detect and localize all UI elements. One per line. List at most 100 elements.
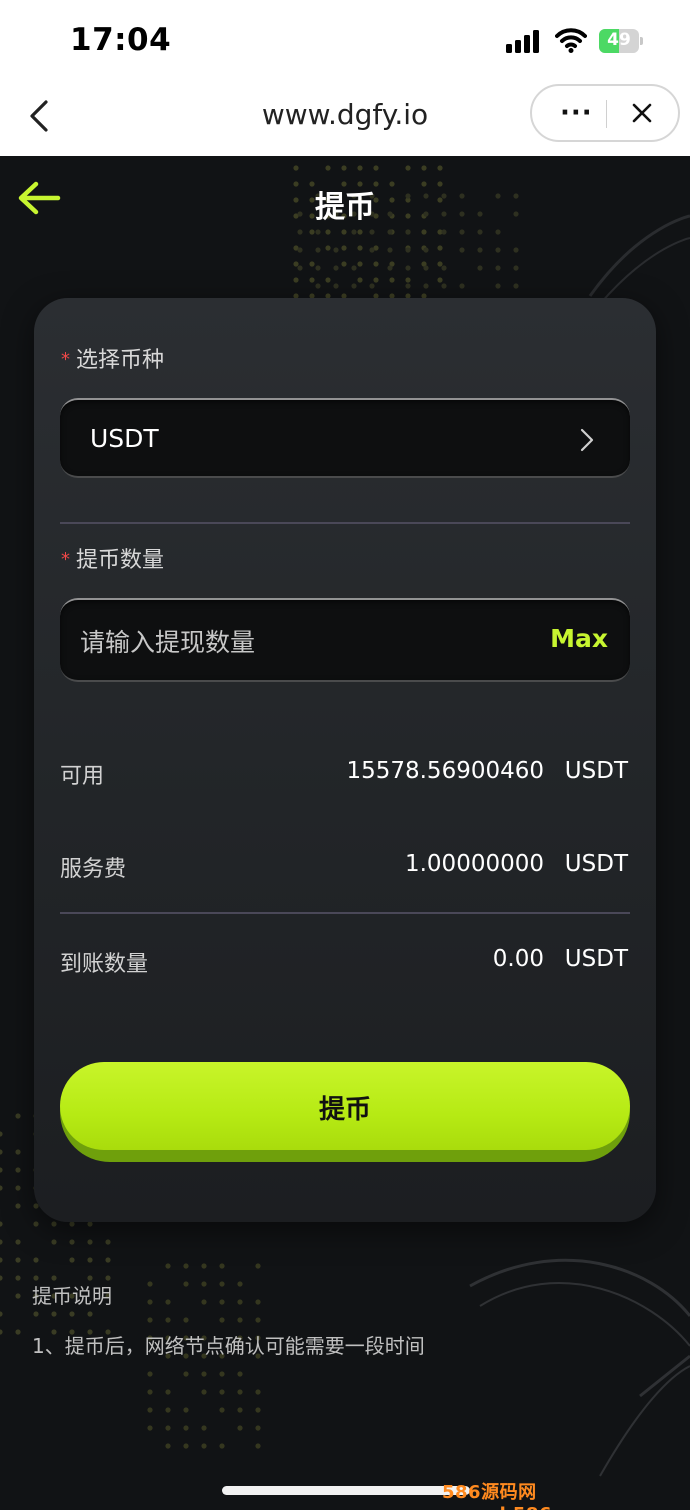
form-divider [60,522,630,524]
withdraw-submit-button[interactable]: 提币 [60,1062,630,1162]
background-dot [15,1113,21,1119]
back-chevron-icon[interactable] [26,96,54,136]
background-dot [183,1281,189,1287]
currency-label-text: 选择币种 [76,348,165,373]
background-dot [165,1443,171,1449]
background-dot [495,265,501,271]
background-dot [105,1239,111,1245]
background-dot [255,1389,261,1395]
background-dot [87,1257,93,1263]
summary-divider [60,912,630,914]
background-dot [255,1425,261,1431]
background-dot [293,165,299,171]
background-dot [147,1281,153,1287]
background-dot [387,247,393,253]
background-dot [357,229,363,235]
watermark: 586源码网 www.h586.com [442,1482,602,1510]
withdraw-submit-label: 提币 [318,1095,371,1125]
background-dot [0,1185,3,1191]
amount-input[interactable] [80,616,520,668]
background-dot [315,247,321,253]
background-dot [341,229,347,235]
background-dot [87,1221,93,1227]
background-dot [237,1317,243,1323]
background-dot [15,1167,21,1173]
background-dot [219,1317,225,1323]
background-dot [437,277,443,283]
background-dot [389,277,395,283]
background-dot [0,1257,3,1263]
background-dot [201,1281,207,1287]
background-dot [15,1257,21,1263]
background-dot [315,229,321,235]
background-dot [255,1299,261,1305]
background-dot [237,1425,243,1431]
background-dot [405,277,411,283]
background-dot [333,283,339,289]
capsule-divider [606,100,607,128]
fee-unit: USDT [564,851,628,877]
background-dot [183,1317,189,1323]
background-dot [51,1311,57,1317]
background-dot [357,261,363,267]
background-dot [405,265,411,271]
background-dot [405,229,411,235]
available-label: 可用 [60,764,105,789]
background-dot [495,229,501,235]
background-dot [325,165,331,171]
background-dot [69,1257,75,1263]
background-dot [309,229,315,235]
background-dot [165,1263,171,1269]
background-dot [183,1263,189,1269]
background-dot [421,165,427,171]
background-dot [309,277,315,283]
background-dot [357,245,363,251]
background-dot [51,1221,57,1227]
background-dot [315,283,321,289]
background-dot [33,1221,39,1227]
background-dot [441,283,447,289]
background-dot [387,265,393,271]
background-dot [513,247,519,253]
background-dot [255,1263,261,1269]
fee-value: 1.00000000 [404,851,544,877]
notes-title: 提币说明 [32,1284,112,1308]
received-value: 0.00 [492,946,544,972]
background-dot [0,1239,3,1245]
background-dot [0,1329,3,1335]
background-dot [357,165,363,171]
background-dot [495,247,501,253]
background-dot [373,261,379,267]
notes-line: 1、提币后，网络节点确认可能需要一段时间 [32,1334,425,1358]
background-dot [341,245,347,251]
max-button[interactable]: Max [550,624,608,653]
background-dot [0,1275,3,1281]
background-dot [15,1185,21,1191]
background-dot [69,1239,75,1245]
background-dot [255,1317,261,1323]
background-dot [333,247,339,253]
background-dot [255,1407,261,1413]
background-dot [421,229,427,235]
background-dot [513,283,519,289]
background-dot [293,277,299,283]
more-icon[interactable]: ··· [560,98,592,128]
background-dot [437,261,443,267]
background-dot [405,165,411,171]
background-dot [201,1389,207,1395]
background-dot [297,265,303,271]
url-text: www.dgfy.io [261,98,429,131]
background-dot [147,1299,153,1305]
background-dot [459,247,465,253]
background-dot [405,283,411,289]
background-dot [219,1407,225,1413]
background-dot [369,247,375,253]
close-icon[interactable] [630,98,654,128]
background-dot [351,229,357,235]
currency-select[interactable]: USDT [60,398,630,478]
background-dot [237,1407,243,1413]
available-value: 15578.56900460 [346,758,544,784]
background-dot [325,229,331,235]
background-dot [219,1299,225,1305]
fee-label: 服务费 [60,857,127,882]
